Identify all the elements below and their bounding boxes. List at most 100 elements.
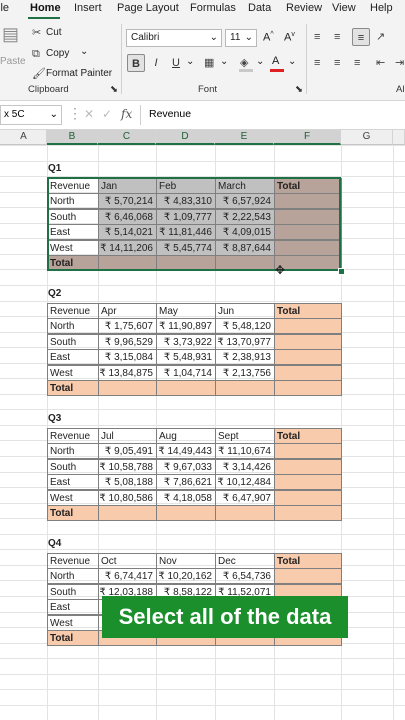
table-cell[interactable]: ₹ 6,57,924 <box>215 193 275 210</box>
tab-file[interactable]: ile <box>0 2 9 14</box>
borders-dropdown-icon[interactable]: ⌄ <box>220 56 228 67</box>
table-cell[interactable]: East <box>47 474 99 491</box>
table-cell[interactable]: ₹ 10,58,788 <box>98 458 157 475</box>
cancel-icon[interactable]: ✕ <box>84 107 94 121</box>
table-cell[interactable]: East <box>47 349 99 366</box>
table-cell[interactable] <box>274 458 342 475</box>
table-cell[interactable]: ₹ 5,14,021 <box>98 224 157 241</box>
column-header-b[interactable]: B <box>47 130 98 145</box>
table-cell[interactable]: ₹ 2,13,756 <box>215 364 275 381</box>
table-cell[interactable]: ₹ 6,74,417 <box>98 568 157 585</box>
tab-view[interactable]: View <box>332 2 356 14</box>
table-cell[interactable]: ₹ 11,10,674 <box>215 443 275 460</box>
table-header-cell[interactable]: Jan <box>98 177 157 194</box>
table-cell[interactable]: ₹ 9,67,033 <box>156 458 216 475</box>
table-cell[interactable]: West <box>47 614 99 631</box>
total-row-cell[interactable] <box>156 505 216 522</box>
align-left-icon[interactable]: ≡ <box>314 57 320 69</box>
underline-button[interactable]: U <box>167 54 185 72</box>
table-cell[interactable]: North <box>47 193 99 210</box>
column-header-f[interactable]: F <box>274 130 341 145</box>
table-cell[interactable]: ₹ 13,84,875 <box>98 364 157 381</box>
table-header-cell[interactable]: Total <box>274 177 342 194</box>
copy-button[interactable]: Copy <box>46 48 69 59</box>
table-cell[interactable]: ₹ 4,09,015 <box>215 224 275 241</box>
table-cell[interactable]: ₹ 3,15,084 <box>98 349 157 366</box>
table-cell[interactable]: ₹ 1,09,777 <box>156 208 216 225</box>
enter-icon[interactable]: ✓ <box>102 107 112 121</box>
tab-insert[interactable]: Insert <box>74 2 102 14</box>
align-middle-icon[interactable]: ≡ <box>334 31 340 43</box>
table-header-cell[interactable]: Nov <box>156 552 216 569</box>
table-cell[interactable]: South <box>47 458 99 475</box>
table-cell[interactable] <box>274 239 342 256</box>
table-cell[interactable]: ₹ 2,38,913 <box>215 349 275 366</box>
table-cell[interactable]: ₹ 5,45,774 <box>156 239 216 256</box>
table-cell[interactable]: ₹ 11,81,446 <box>156 224 216 241</box>
total-row-cell[interactable] <box>156 255 216 272</box>
table-cell[interactable]: ₹ 6,46,068 <box>98 208 157 225</box>
table-cell[interactable]: ₹ 14,49,443 <box>156 443 216 460</box>
table-header-cell[interactable]: Sept <box>215 427 275 444</box>
total-row-cell[interactable] <box>215 380 275 397</box>
paste-icon[interactable]: ▤ <box>2 25 19 43</box>
table-header-cell[interactable]: Apr <box>98 302 157 319</box>
table-cell[interactable]: ₹ 10,12,484 <box>215 474 275 491</box>
table-cell[interactable]: ₹ 1,04,714 <box>156 364 216 381</box>
total-row-cell[interactable]: Total <box>47 380 99 397</box>
table-cell[interactable]: ₹ 11,90,897 <box>156 318 216 335</box>
table-cell[interactable]: South <box>47 333 99 350</box>
total-row-cell[interactable] <box>98 380 157 397</box>
font-color-dropdown-icon[interactable]: ⌄ <box>288 56 296 67</box>
table-cell[interactable]: ₹ 4,83,310 <box>156 193 216 210</box>
table-header-cell[interactable]: Feb <box>156 177 216 194</box>
increase-indent-icon[interactable]: ⇥ <box>395 57 404 69</box>
name-box[interactable]: x 5C ⌄ <box>0 105 62 125</box>
fill-color-dropdown-icon[interactable]: ⌄ <box>256 56 264 67</box>
grow-font-button[interactable]: A^ <box>263 31 274 44</box>
font-color-icon[interactable]: A <box>272 55 279 67</box>
format-painter-button[interactable]: Format Painter <box>46 68 112 79</box>
table-header-cell[interactable]: Total <box>274 552 342 569</box>
table-cell[interactable]: ₹ 5,08,188 <box>98 474 157 491</box>
table-cell[interactable]: ₹ 10,80,586 <box>98 489 157 506</box>
table-header-cell[interactable]: Revenue <box>47 177 99 194</box>
table-cell[interactable]: ₹ 5,48,120 <box>215 318 275 335</box>
table-cell[interactable]: ₹ 7,86,621 <box>156 474 216 491</box>
total-row-cell[interactable]: Total <box>47 505 99 522</box>
borders-icon[interactable]: ▦ <box>204 57 214 69</box>
orientation-icon[interactable]: ↗ <box>376 31 385 43</box>
column-header-e[interactable]: E <box>215 130 274 145</box>
table-header-cell[interactable]: Aug <box>156 427 216 444</box>
fill-handle[interactable] <box>338 268 345 275</box>
table-cell[interactable]: ₹ 13,70,977 <box>215 333 275 350</box>
bold-button[interactable]: B <box>127 54 145 72</box>
table-header-cell[interactable]: Total <box>274 302 342 319</box>
table-cell[interactable]: ₹ 6,47,907 <box>215 489 275 506</box>
column-header-h[interactable] <box>393 130 405 145</box>
paste-button[interactable]: Paste <box>0 56 26 67</box>
table-cell[interactable] <box>274 568 342 585</box>
table-cell[interactable] <box>274 443 342 460</box>
column-header-a[interactable]: A <box>0 130 47 145</box>
total-row-cell[interactable]: Total <box>47 255 99 272</box>
total-row-cell[interactable] <box>274 505 342 522</box>
table-cell[interactable]: ₹ 5,48,931 <box>156 349 216 366</box>
insert-function-icon[interactable]: fx <box>121 107 132 121</box>
copy-dropdown-icon[interactable]: ⌄ <box>80 46 88 57</box>
total-row-cell[interactable] <box>215 505 275 522</box>
table-cell[interactable]: ₹ 4,18,058 <box>156 489 216 506</box>
table-cell[interactable]: East <box>47 224 99 241</box>
italic-button[interactable]: I <box>147 54 165 72</box>
total-row-cell[interactable] <box>215 255 275 272</box>
table-header-cell[interactable]: Oct <box>98 552 157 569</box>
table-cell[interactable]: South <box>47 208 99 225</box>
fill-color-icon[interactable]: ◈ <box>240 57 248 69</box>
total-row-cell[interactable] <box>98 255 157 272</box>
table-cell[interactable]: ₹ 3,73,922 <box>156 333 216 350</box>
underline-dropdown-icon[interactable]: ⌄ <box>186 56 194 67</box>
table-header-cell[interactable]: Revenue <box>47 427 99 444</box>
decrease-indent-icon[interactable]: ⇤ <box>376 57 385 69</box>
table-cell[interactable]: West <box>47 489 99 506</box>
table-header-cell[interactable]: Revenue <box>47 302 99 319</box>
